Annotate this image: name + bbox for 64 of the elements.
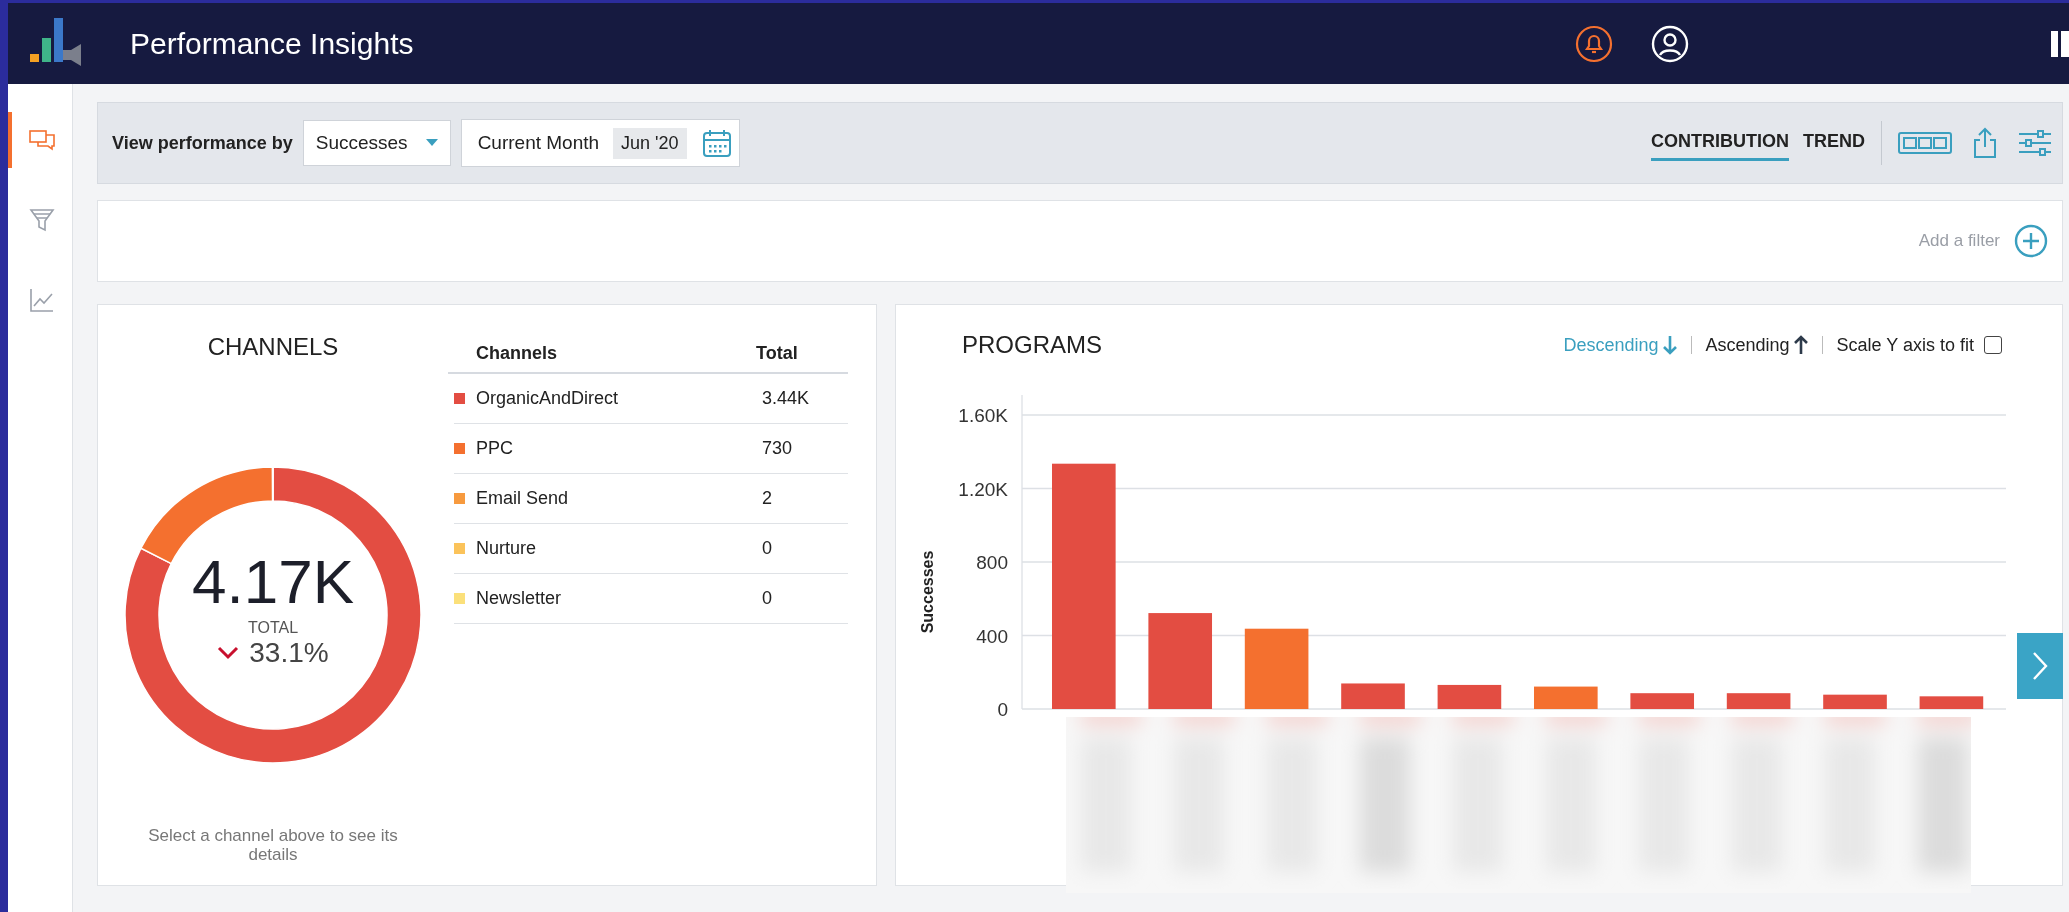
calendar-icon <box>700 127 733 159</box>
sort-button[interactable]: Ascending <box>1705 334 1808 356</box>
chevron-down-icon <box>217 645 240 660</box>
add-filter-label: Add a filter <box>1918 231 2000 251</box>
total-value: 4.17K <box>192 545 354 617</box>
share-icon[interactable] <box>1972 127 1998 159</box>
channel-name: PPC <box>476 438 514 459</box>
channel-name: Email Send <box>476 488 570 509</box>
funnel-icon <box>28 206 56 234</box>
hint-text: Select a channel above to see its details <box>147 825 399 865</box>
bar[interactable] <box>1244 628 1309 709</box>
column-header: Total <box>756 343 798 364</box>
bar[interactable] <box>1341 683 1405 709</box>
app-title: Performance Insights <box>130 26 415 61</box>
bar[interactable] <box>1437 684 1502 709</box>
scale-label: Scale Y axis to fit <box>1836 334 1974 356</box>
view-tab[interactable]: CONTRIBUTION <box>1651 125 1789 161</box>
axis-tick-label: 400 <box>976 625 1008 647</box>
settings-icon[interactable] <box>2018 130 2052 156</box>
arrow-up-icon <box>1793 335 1808 355</box>
next-button[interactable] <box>2017 633 2063 699</box>
channel-total: 3.44K <box>762 388 810 409</box>
metric-dropdown[interactable]: Successes <box>302 120 451 166</box>
axis-tick-label: 800 <box>976 552 1008 573</box>
columns-icon[interactable] <box>1898 132 1952 154</box>
channel-row[interactable]: Email Send 2 <box>454 474 848 524</box>
trend-icon <box>28 286 56 314</box>
view-label: View performance by <box>112 132 293 154</box>
channel-total: 0 <box>762 588 772 609</box>
panel-icon[interactable] <box>2051 28 2069 59</box>
scale-checkbox[interactable] <box>1984 336 2002 354</box>
bar[interactable] <box>1823 694 1887 709</box>
total-label: TOTAL <box>247 618 299 637</box>
column-header: Channels <box>476 343 559 364</box>
channel-row[interactable]: OrganicAndDirect 3.44K <box>454 374 848 424</box>
bar[interactable] <box>1534 686 1598 709</box>
channel-row[interactable]: Newsletter 0 <box>454 574 848 624</box>
channel-row[interactable]: Nurture 0 <box>454 524 848 574</box>
axis-title: Successes <box>919 550 936 634</box>
channel-total: 730 <box>762 438 793 459</box>
donut-slice[interactable] <box>124 466 422 764</box>
caret-icon <box>425 139 438 147</box>
period-value: Jun '20 <box>613 127 687 159</box>
bar[interactable] <box>1919 696 1984 709</box>
channel-total: 2 <box>762 488 772 509</box>
axis-tick-label: 1.60K <box>958 405 1008 426</box>
channel-row[interactable]: PPC 730 <box>454 424 848 474</box>
channel-name: Newsletter <box>476 588 563 609</box>
bar[interactable] <box>1726 693 1791 709</box>
bell-icon[interactable] <box>1575 24 1613 63</box>
chevron-right-icon <box>2032 651 2048 681</box>
channel-name: OrganicAndDirect <box>476 388 620 409</box>
axis-tick-label: 1.20K <box>958 478 1008 500</box>
view-tab[interactable]: TREND <box>1803 125 1865 161</box>
add-icon[interactable] <box>2014 224 2048 258</box>
arrow-down-icon <box>1662 335 1677 355</box>
axis-tick-label: 0 <box>997 699 1008 720</box>
channel-name: Nurture <box>476 538 538 559</box>
panel-title: CHANNELS <box>207 333 339 361</box>
change-value: 33.1% <box>249 636 329 669</box>
panel-title: PROGRAMS <box>962 331 1103 359</box>
user-icon[interactable] <box>1651 24 1689 63</box>
channel-total: 0 <box>762 538 772 559</box>
period-picker[interactable]: Current Month Jun '20 <box>460 119 740 167</box>
